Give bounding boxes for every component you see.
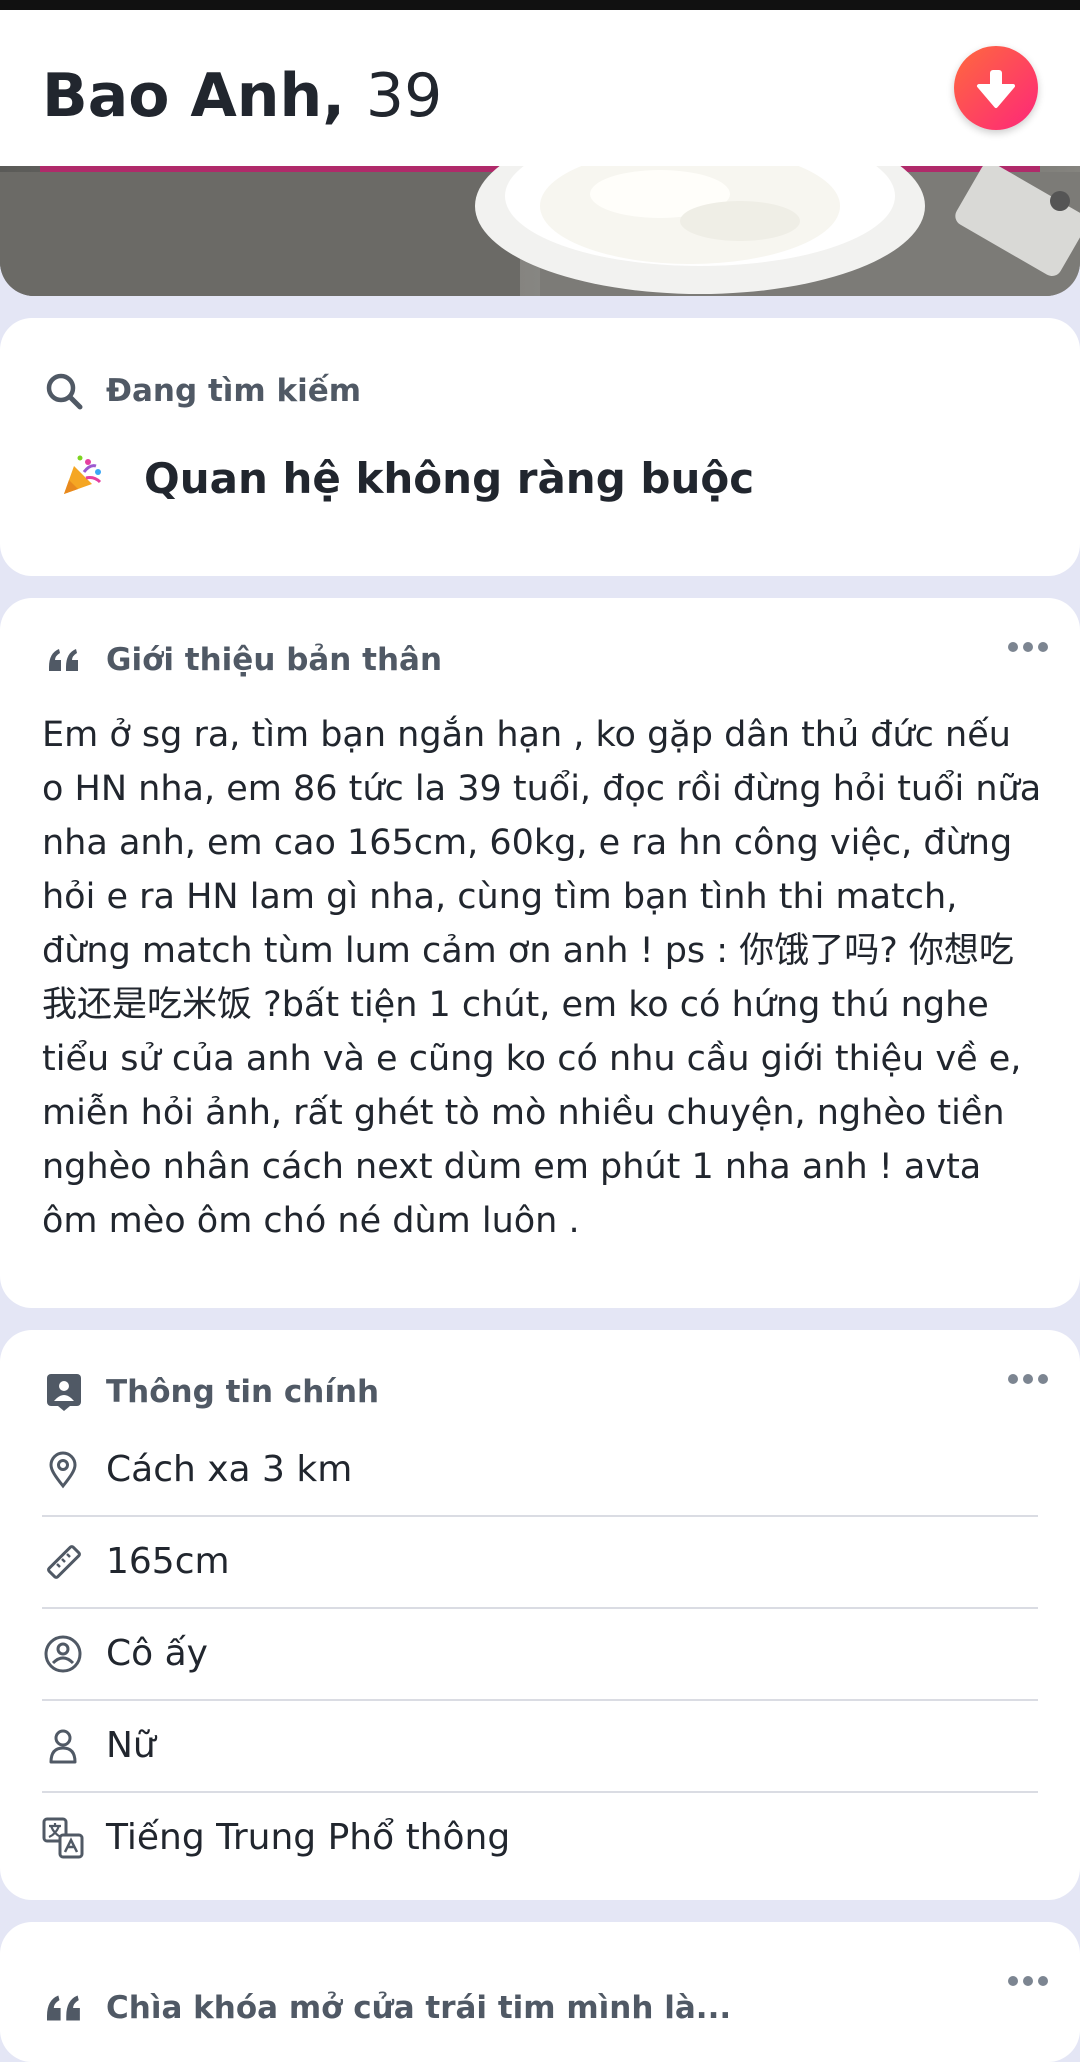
looking-for-value: Quan hệ không ràng buộc	[144, 453, 755, 503]
looking-for-title: Đang tìm kiếm	[106, 373, 362, 409]
party-popper-icon	[60, 454, 108, 502]
gender-label: Nữ	[106, 1725, 156, 1766]
about-title: Giới thiệu bản thân	[106, 642, 443, 678]
more-icon[interactable]	[1008, 640, 1048, 654]
info-row-distance: Cách xa 3 km	[42, 1424, 1038, 1517]
profile-photo[interactable]	[0, 166, 1080, 296]
collapse-profile-button[interactable]	[954, 46, 1038, 130]
pronoun-label: Cô ấy	[106, 1633, 208, 1674]
quote-icon	[42, 638, 86, 682]
search-icon	[42, 369, 86, 413]
looking-for-card: Đang tìm kiếm Quan hệ không ràng buộc	[0, 318, 1080, 576]
essentials-title: Thông tin chính	[106, 1374, 380, 1410]
ruler-icon	[42, 1541, 84, 1583]
prompt-title: Chìa khóa mở cửa trái tim mình là...	[106, 1990, 732, 2026]
info-row-pronoun: Cô ấy	[42, 1608, 1038, 1701]
arrow-down-icon	[977, 70, 1015, 108]
prompt-header: Chìa khóa mở cửa trái tim mình là...	[42, 1984, 731, 2032]
profile-card-icon	[42, 1370, 86, 1414]
info-row-gender: Nữ	[42, 1700, 1038, 1793]
profile-age: 39	[365, 61, 443, 131]
info-row-height: 165cm	[42, 1516, 1038, 1609]
more-icon[interactable]	[1008, 1974, 1048, 1988]
essentials-header: Thông tin chính	[42, 1368, 379, 1416]
translate-icon	[42, 1817, 84, 1859]
more-icon[interactable]	[1008, 1372, 1048, 1386]
pronoun-icon	[42, 1633, 84, 1675]
quote-icon	[42, 1986, 86, 2030]
distance-label: Cách xa 3 km	[106, 1449, 353, 1490]
looking-for-value-row: Quan hệ không ràng buộc	[60, 443, 754, 513]
about-header: Giới thiệu bản thân	[42, 636, 442, 684]
profile-name: Bao Anh,	[42, 61, 345, 131]
bio-text: Em ở sg ra, tìm bạn ngắn hạn , ko gặp dâ…	[42, 715, 1042, 1241]
status-bar	[0, 0, 1080, 10]
language-label: Tiếng Trung Phổ thông	[106, 1817, 511, 1858]
essentials-card: Thông tin chính Cách xa 3 km 165cm Cô ấy…	[0, 1330, 1080, 1900]
info-row-language: Tiếng Trung Phổ thông	[42, 1792, 1038, 1883]
looking-for-header: Đang tìm kiếm	[42, 367, 361, 415]
about-card: Giới thiệu bản thân Em ở sg ra, tìm bạn …	[0, 598, 1080, 1308]
location-pin-icon	[42, 1449, 84, 1491]
profile-header: Bao Anh, 39	[0, 10, 1080, 166]
height-label: 165cm	[106, 1541, 230, 1582]
photo-image	[0, 166, 1080, 296]
prompt-card: Chìa khóa mở cửa trái tim mình là...	[0, 1922, 1080, 2062]
profile-title: Bao Anh, 39	[42, 50, 442, 142]
person-icon	[42, 1725, 84, 1767]
